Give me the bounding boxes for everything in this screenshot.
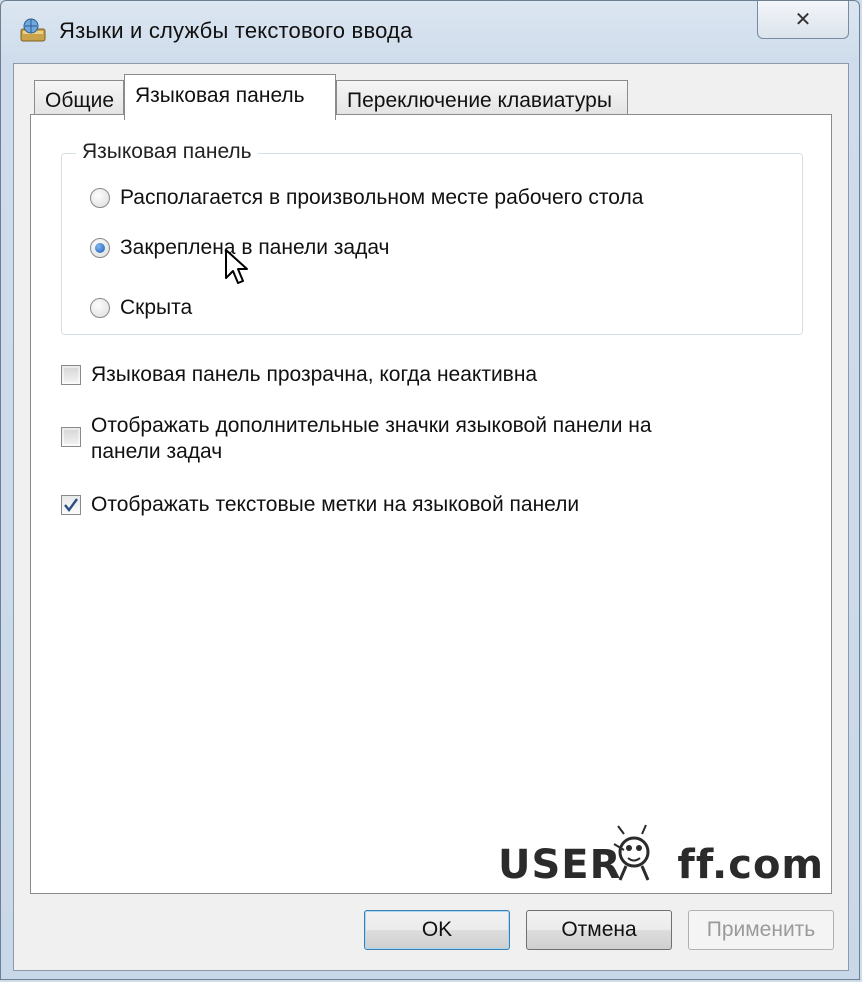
mouse-pointer-icon (225, 249, 248, 284)
checkbox-label: Отображать дополнительные значки языково… (91, 413, 652, 465)
checkmark-icon (64, 498, 78, 512)
radio-option-hidden[interactable]: Скрыта (90, 296, 192, 320)
checkbox-additional-icons[interactable]: Отображать дополнительные значки языково… (61, 413, 652, 465)
cancel-button[interactable]: Отмена (526, 910, 672, 950)
checkbox-fill (64, 368, 78, 382)
checkbox[interactable] (61, 365, 81, 385)
tab-language-bar[interactable]: Языковая панель (124, 74, 336, 120)
radio-button[interactable] (90, 298, 110, 318)
radio-selected-dot (95, 243, 105, 253)
language-settings-icon (20, 18, 46, 42)
checkbox-label-line1: Отображать дополнительные значки языково… (91, 414, 652, 437)
radio-label: Располагается в произвольном месте рабоч… (120, 186, 644, 209)
checkbox[interactable] (61, 427, 81, 447)
watermark-mascot-icon (613, 824, 650, 881)
tab-label: Переключение клавиатуры (347, 89, 612, 112)
tab-label: Общие (45, 89, 115, 112)
checkbox-label: Отображать текстовые метки на языковой п… (91, 493, 580, 516)
checkbox-fill (64, 430, 78, 444)
window-title: Языки и службы текстового ввода (59, 18, 413, 43)
radio-button-selected[interactable] (90, 238, 110, 258)
apply-button-label: Применить (706, 918, 816, 941)
dialog-content: Общие Языковая панель Переключение клави… (13, 63, 849, 971)
checkbox-label-line2: панели задач (91, 440, 223, 463)
checkbox-text-labels[interactable]: Отображать текстовые метки на языковой п… (61, 493, 579, 517)
radio-button[interactable] (90, 188, 110, 208)
watermark-text-right: ff.com (677, 842, 825, 888)
title-bar[interactable]: Языки и службы текстового ввода ✕ (1, 1, 859, 63)
ok-button[interactable]: OK (364, 910, 510, 950)
radio-label: Закреплена в панели задач (120, 236, 390, 259)
tab-panel-language-bar: Языковая панель Располагается в произвол… (30, 114, 832, 894)
cancel-button-label: Отмена (561, 918, 637, 941)
language-bar-groupbox: Языковая панель Располагается в произвол… (61, 140, 803, 335)
groupbox-legend: Языковая панель (76, 140, 258, 164)
tab-label: Языковая панель (135, 84, 305, 107)
ok-button-label: OK (421, 918, 453, 941)
checkbox-transparent-when-inactive[interactable]: Языковая панель прозрачна, когда неактив… (61, 363, 537, 387)
close-button[interactable]: ✕ (757, 1, 849, 39)
apply-button[interactable]: Применить (688, 910, 834, 950)
dialog-window: Языки и службы текстового ввода ✕ Общие … (0, 0, 860, 980)
radio-option-floating[interactable]: Располагается в произвольном месте рабоч… (90, 186, 643, 210)
checkbox-label: Языковая панель прозрачна, когда неактив… (91, 363, 538, 386)
radio-label: Скрыта (120, 296, 193, 319)
close-icon: ✕ (794, 9, 812, 31)
checkbox-checked[interactable] (61, 495, 81, 515)
watermark-text-left: USER (498, 842, 622, 888)
watermark-logo: USER ff.com (498, 842, 824, 888)
